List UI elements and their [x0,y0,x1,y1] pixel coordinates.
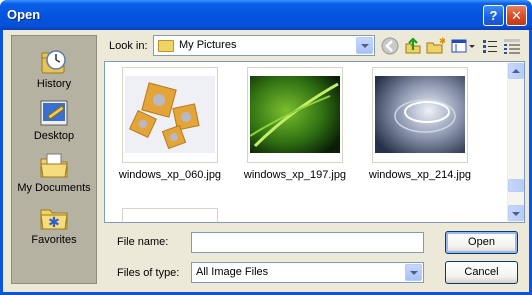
place-history[interactable]: History [12,46,96,90]
up-folder-icon[interactable] [403,36,423,56]
title-bar[interactable]: Open ? ✕ [0,0,532,30]
place-label-favorites: Favorites [31,234,77,246]
place-label-my-documents: My Documents [17,182,91,194]
dialog-body: History Desktop My Documents ✱ Favorites… [3,30,529,292]
open-dialog: Open ? ✕ History Desktop My Documents ✱ … [0,0,532,295]
my-pictures-folder-icon [158,40,174,52]
file-name-input[interactable] [191,232,424,253]
file-name-label[interactable]: windows_xp_060.jpg [110,169,230,181]
help-button[interactable]: ? [483,5,504,26]
place-desktop[interactable]: Desktop [12,98,96,142]
list-view-icon[interactable] [480,36,500,56]
place-label-desktop: Desktop [33,130,75,142]
close-icon: ✕ [511,8,522,23]
new-folder-icon[interactable]: ✱ [425,36,445,56]
thumbnail-frame[interactable] [122,208,218,222]
chevron-down-icon[interactable] [405,264,422,281]
place-favorites[interactable]: ✱ Favorites [12,202,96,246]
files-of-type-label: Files of type: [117,267,180,279]
thumbnail-image [250,76,340,153]
my-documents-icon [40,153,68,178]
close-button[interactable]: ✕ [506,5,527,26]
look-in-label: Look in: [109,40,148,52]
history-icon [41,50,66,74]
back-icon[interactable] [380,36,400,56]
favorites-icon: ✱ [40,209,68,231]
details-view-icon[interactable] [502,36,522,56]
files-of-type-value: All Image Files [196,266,269,278]
thumbnail-image [125,76,215,153]
svg-text:✱: ✱ [439,37,445,47]
thumbnail-image [375,76,465,153]
file-name-label[interactable]: windows_xp_197.jpg [235,169,355,181]
open-button[interactable]: Open [445,231,518,254]
file-name-field-label: File name: [117,236,169,248]
look-in-dropdown[interactable]: My Pictures [153,35,375,56]
desktop-icon [40,100,68,126]
scroll-thumb[interactable] [508,179,524,192]
help-icon: ? [489,8,498,23]
window-title: Open [7,7,41,22]
thumbnail-frame[interactable] [372,67,468,163]
file-name-label[interactable]: windows_xp_214.jpg [360,169,480,181]
scroll-down-button[interactable] [508,205,524,221]
places-bar: History Desktop My Documents ✱ Favorites [11,35,97,284]
scroll-up-button[interactable] [508,63,524,79]
thumbnail-frame[interactable] [122,67,218,163]
file-list[interactable]: windows_xp_060.jpg windows_xp_197.jpg wi… [104,61,525,223]
cancel-button[interactable]: Cancel [445,261,518,284]
vertical-scrollbar[interactable] [507,62,524,222]
thumbnail-frame[interactable] [247,67,343,163]
place-label-history: History [36,78,72,90]
look-in-value: My Pictures [179,39,237,51]
files-of-type-dropdown[interactable]: All Image Files [191,262,424,283]
place-my-documents[interactable]: My Documents [12,150,96,194]
chevron-down-icon[interactable] [356,37,373,54]
views-icon[interactable] [450,36,476,56]
svg-text:✱: ✱ [48,215,60,231]
